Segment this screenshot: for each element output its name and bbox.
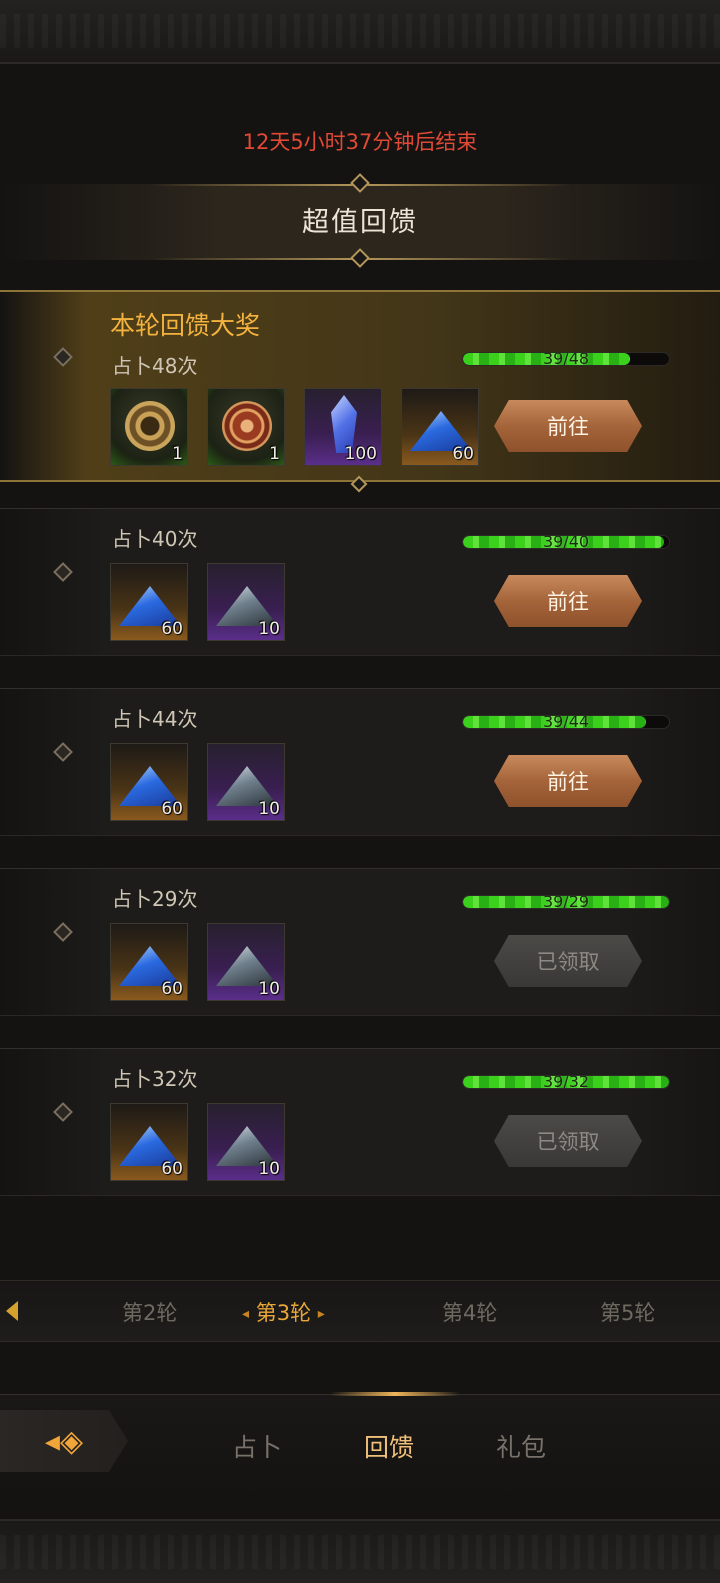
reward-item[interactable]: 10 bbox=[207, 923, 285, 1001]
reward-row: 占卜40次 39/40 60 10 前往 bbox=[0, 508, 720, 656]
event-countdown: 12天5小时37分钟后结束 bbox=[242, 130, 478, 154]
round-tab-4[interactable]: 第4轮 bbox=[442, 1297, 497, 1327]
row-bullet-icon bbox=[53, 1102, 73, 1122]
progress-bar: 39/40 bbox=[462, 535, 670, 549]
task-label: 占卜29次 bbox=[112, 887, 198, 911]
reward-item[interactable]: 10 bbox=[207, 1103, 285, 1181]
task-label: 占卜44次 bbox=[112, 707, 198, 731]
featured-ornament-bottom bbox=[350, 475, 368, 493]
item-quantity: 10 bbox=[258, 799, 280, 819]
item-quantity: 100 bbox=[344, 444, 377, 464]
reward-row: 占卜29次 39/29 60 10 已领取 bbox=[0, 868, 720, 1016]
reward-item[interactable]: 1 bbox=[207, 388, 285, 466]
row-bullet-icon bbox=[53, 922, 73, 942]
task-label: 占卜48次 bbox=[112, 354, 198, 378]
item-quantity: 10 bbox=[258, 619, 280, 639]
item-quantity: 1 bbox=[269, 444, 280, 464]
progress-text: 39/48 bbox=[542, 352, 590, 366]
progress-text: 39/44 bbox=[542, 715, 590, 729]
progress-text: 39/32 bbox=[542, 1075, 590, 1089]
progress-text: 39/40 bbox=[542, 535, 590, 549]
nav-tab-gift-pack[interactable]: 礼包 bbox=[496, 1428, 546, 1464]
top-frame bbox=[0, 0, 720, 64]
reward-item[interactable]: 10 bbox=[207, 563, 285, 641]
item-quantity: 60 bbox=[161, 1159, 183, 1179]
reward-row: 占卜44次 39/44 60 10 前往 bbox=[0, 688, 720, 836]
item-quantity: 10 bbox=[258, 979, 280, 999]
round-tab-3[interactable]: ◂ 第3轮 ▸ bbox=[242, 1297, 325, 1327]
bottom-frame bbox=[0, 1519, 720, 1583]
row-bullet-icon bbox=[53, 562, 73, 582]
reward-items: 60 10 bbox=[110, 1103, 285, 1181]
row-bullet-icon bbox=[53, 347, 73, 367]
reward-row: 占卜32次 39/32 60 10 已领取 bbox=[0, 1048, 720, 1196]
item-quantity: 60 bbox=[161, 619, 183, 639]
reward-item[interactable]: 60 bbox=[110, 743, 188, 821]
page-title: 超值回馈 bbox=[302, 207, 418, 238]
go-button[interactable]: 前往 bbox=[494, 575, 642, 627]
progress-text: 39/29 bbox=[542, 895, 590, 909]
reward-item[interactable]: 10 bbox=[207, 743, 285, 821]
reward-item[interactable]: 60 bbox=[110, 563, 188, 641]
go-button[interactable]: 前往 bbox=[494, 400, 642, 452]
task-label: 占卜40次 bbox=[112, 527, 198, 551]
reward-item[interactable]: 60 bbox=[110, 923, 188, 1001]
item-quantity: 1 bbox=[172, 444, 183, 464]
round-tab-5[interactable]: 第5轮 bbox=[600, 1297, 655, 1327]
claimed-button[interactable]: 已领取 bbox=[494, 935, 642, 987]
featured-reward-row: 本轮回馈大奖 占卜48次 39/48 1 1 100 60 前往 bbox=[0, 290, 720, 493]
reward-items: 60 10 bbox=[110, 923, 285, 1001]
reward-items: 60 10 bbox=[110, 563, 285, 641]
red-rune-coin-icon bbox=[222, 401, 272, 451]
row-bullet-icon bbox=[53, 742, 73, 762]
progress-bar: 39/32 bbox=[462, 1075, 670, 1089]
item-quantity: 60 bbox=[161, 979, 183, 999]
nav-tab-rewards[interactable]: 回馈 bbox=[364, 1428, 414, 1464]
progress-bar: 39/29 bbox=[462, 895, 670, 909]
round-tab-2[interactable]: 第2轮 bbox=[122, 1297, 177, 1327]
active-right-marker-icon: ▸ bbox=[317, 1306, 325, 1322]
go-button[interactable]: 前往 bbox=[494, 755, 642, 807]
progress-bar: 39/44 bbox=[462, 715, 670, 729]
reward-item[interactable]: 60 bbox=[401, 388, 479, 466]
reward-items: 1 1 100 60 bbox=[110, 388, 479, 466]
active-tab-glow bbox=[330, 1392, 460, 1396]
featured-title: 本轮回馈大奖 bbox=[110, 311, 261, 340]
nav-tab-divination[interactable]: 占卜 bbox=[232, 1428, 282, 1464]
back-button[interactable]: ◂◈ bbox=[0, 1410, 128, 1472]
item-quantity: 60 bbox=[161, 799, 183, 819]
active-left-marker-icon: ◂ bbox=[242, 1306, 250, 1322]
reward-item[interactable]: 100 bbox=[304, 388, 382, 466]
gold-compass-coin-icon bbox=[125, 401, 175, 451]
progress-bar: 39/48 bbox=[462, 352, 670, 366]
claimed-button[interactable]: 已领取 bbox=[494, 1115, 642, 1167]
item-quantity: 60 bbox=[452, 444, 474, 464]
reward-item[interactable]: 60 bbox=[110, 1103, 188, 1181]
reward-items: 60 10 bbox=[110, 743, 285, 821]
round-selector: 第2轮 ◂ 第3轮 ▸ 第4轮 第5轮 bbox=[0, 1280, 720, 1342]
item-quantity: 10 bbox=[258, 1159, 280, 1179]
task-label: 占卜32次 bbox=[112, 1067, 198, 1091]
round-tab-3-label: 第3轮 bbox=[255, 1301, 312, 1325]
reward-item[interactable]: 1 bbox=[110, 388, 188, 466]
back-arrow-icon: ◂◈ bbox=[44, 1423, 84, 1459]
chevron-left-icon[interactable] bbox=[6, 1301, 18, 1321]
